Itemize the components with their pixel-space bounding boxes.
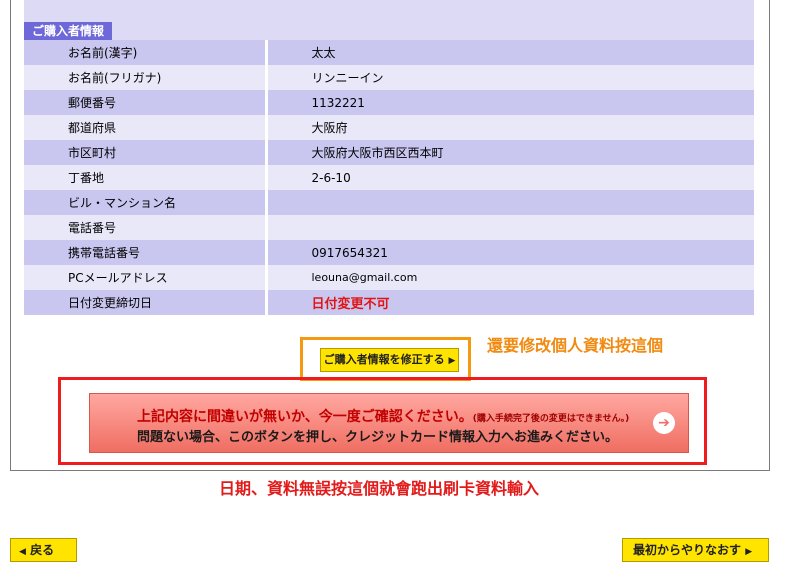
section-tab: ご購入者情報 <box>24 22 113 40</box>
table-row: 電話番号 <box>24 215 754 240</box>
confirm-line1-main: 上記内容に間違いが無いか、今一度ご確認ください。 <box>137 409 473 425</box>
table-row: 携帯電話番号 0917654321 <box>24 240 754 265</box>
back-button-label: 戻る <box>30 543 55 557</box>
row-value: 2-6-10 <box>266 165 754 190</box>
annotation-edit: 還要修改個人資料按這個 <box>487 336 664 355</box>
edit-button-label: ご購入者情報を修正する <box>323 353 445 366</box>
row-label: お名前(漢字) <box>24 40 268 65</box>
row-value: leouna@gmail.com <box>266 265 754 290</box>
back-button[interactable]: ◀ 戻る <box>10 538 77 562</box>
row-value <box>266 215 754 240</box>
row-value: 太太 <box>266 40 754 65</box>
table-row: PCメールアドレス leouna@gmail.com <box>24 265 754 290</box>
table-row: 都道府県 大阪府 <box>24 115 754 140</box>
confirm-line1: 上記内容に間違いが無いか、今一度ご確認ください。(購入手続完了後の変更はできませ… <box>137 406 629 426</box>
table-row: お名前(フリガナ) リンニーイン <box>24 65 754 90</box>
row-label: 市区町村 <box>24 140 268 165</box>
row-value: 1132221 <box>266 90 754 115</box>
annotation-confirm: 日期、資料無誤按這個就會跑出刷卡資料輸入 <box>219 479 540 498</box>
row-value: リンニーイン <box>266 65 754 90</box>
restart-button[interactable]: 最初からやりなおす ▶ <box>622 538 769 562</box>
row-value: 0917654321 <box>266 240 754 265</box>
row-label: 日付変更締切日 <box>24 290 268 315</box>
row-value: 大阪府大阪市西区西本町 <box>266 140 754 165</box>
row-label: 電話番号 <box>24 215 268 240</box>
table-row: ビル・マンション名 <box>24 190 754 215</box>
row-label: ビル・マンション名 <box>24 190 268 215</box>
arrow-left-icon: ◀ <box>19 547 26 557</box>
row-label: 丁番地 <box>24 165 268 190</box>
panel-header-bg <box>24 0 754 40</box>
confirm-line2: 問題ない場合、このボタンを押し、クレジットカード情報入力へお進みください。 <box>137 430 619 445</box>
arrow-right-icon: ▶ <box>745 547 753 557</box>
row-label: 郵便番号 <box>24 90 268 115</box>
confirm-line1-note: (購入手続完了後の変更はできません。) <box>472 414 630 424</box>
arrow-right-icon: ▶ <box>448 356 456 366</box>
table-row: 市区町村 大阪府大阪市西区西本町 <box>24 140 754 165</box>
restart-button-label: 最初からやりなおす <box>633 543 742 557</box>
table-row: お名前(漢字) 太太 <box>24 40 754 65</box>
row-label: PCメールアドレス <box>24 265 268 290</box>
confirm-proceed-button[interactable]: 上記内容に間違いが無いか、今一度ご確認ください。(購入手続完了後の変更はできませ… <box>89 393 689 453</box>
table-row: 郵便番号 1132221 <box>24 90 754 115</box>
row-label: 都道府県 <box>24 115 268 140</box>
table-row: 丁番地 2-6-10 <box>24 165 754 190</box>
date-change-status: 日付変更不可 <box>266 290 754 315</box>
row-value <box>266 190 754 215</box>
circle-arrow-icon: ➔ <box>653 412 675 434</box>
table-row: 日付変更締切日 日付変更不可 <box>24 290 754 315</box>
row-value: 大阪府 <box>266 115 754 140</box>
row-label: お名前(フリガナ) <box>24 65 268 90</box>
edit-purchaser-button[interactable]: ご購入者情報を修正する ▶ <box>320 348 459 372</box>
row-label: 携帯電話番号 <box>24 240 268 265</box>
purchaser-info-table: お名前(漢字) 太太 お名前(フリガナ) リンニーイン 郵便番号 1132221… <box>24 40 754 315</box>
